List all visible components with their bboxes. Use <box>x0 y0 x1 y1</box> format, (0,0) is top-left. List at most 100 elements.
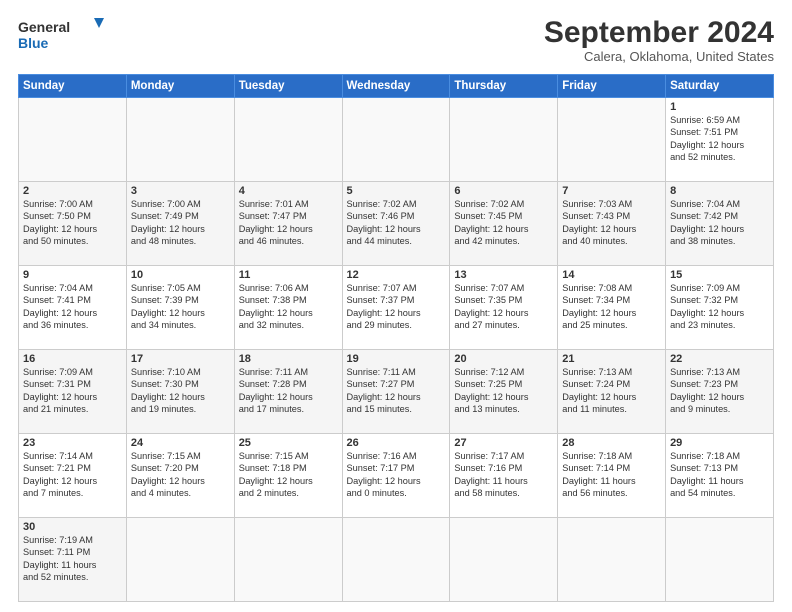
table-cell: 24 Sunrise: 7:15 AMSunset: 7:20 PMDaylig… <box>126 434 234 518</box>
day-number: 5 <box>347 185 446 197</box>
header: General Blue September 2024 Calera, Okla… <box>18 16 774 64</box>
day-number: 13 <box>454 269 553 281</box>
col-sunday: Sunday <box>19 75 127 98</box>
table-cell <box>558 518 666 602</box>
cell-text: Sunrise: 7:16 AMSunset: 7:17 PMDaylight:… <box>347 451 421 498</box>
day-number: 24 <box>131 437 230 449</box>
table-cell: 12 Sunrise: 7:07 AMSunset: 7:37 PMDaylig… <box>342 266 450 350</box>
day-number: 1 <box>670 101 769 113</box>
cell-text: Sunrise: 7:17 AMSunset: 7:16 PMDaylight:… <box>454 451 527 498</box>
day-number: 22 <box>670 353 769 365</box>
table-cell <box>450 518 558 602</box>
cell-text: Sunrise: 7:13 AMSunset: 7:23 PMDaylight:… <box>670 367 744 414</box>
cell-text: Sunrise: 7:08 AMSunset: 7:34 PMDaylight:… <box>562 283 636 330</box>
title-block: September 2024 Calera, Oklahoma, United … <box>544 16 774 64</box>
day-number: 23 <box>23 437 122 449</box>
cell-text: Sunrise: 7:09 AMSunset: 7:32 PMDaylight:… <box>670 283 744 330</box>
day-number: 28 <box>562 437 661 449</box>
cell-text: Sunrise: 7:07 AMSunset: 7:37 PMDaylight:… <box>347 283 421 330</box>
day-number: 20 <box>454 353 553 365</box>
day-number: 16 <box>23 353 122 365</box>
cell-text: Sunrise: 7:00 AMSunset: 7:49 PMDaylight:… <box>131 199 205 246</box>
cell-text: Sunrise: 7:13 AMSunset: 7:24 PMDaylight:… <box>562 367 636 414</box>
table-cell <box>126 518 234 602</box>
day-number: 2 <box>23 185 122 197</box>
table-cell: 20 Sunrise: 7:12 AMSunset: 7:25 PMDaylig… <box>450 350 558 434</box>
table-cell <box>19 98 127 182</box>
week-row-1: 1 Sunrise: 6:59 AMSunset: 7:51 PMDayligh… <box>19 98 774 182</box>
table-cell: 29 Sunrise: 7:18 AMSunset: 7:13 PMDaylig… <box>666 434 774 518</box>
table-cell: 11 Sunrise: 7:06 AMSunset: 7:38 PMDaylig… <box>234 266 342 350</box>
col-saturday: Saturday <box>666 75 774 98</box>
svg-text:Blue: Blue <box>18 35 49 51</box>
day-number: 9 <box>23 269 122 281</box>
day-number: 26 <box>347 437 446 449</box>
day-number: 18 <box>239 353 338 365</box>
table-cell: 27 Sunrise: 7:17 AMSunset: 7:16 PMDaylig… <box>450 434 558 518</box>
table-cell: 13 Sunrise: 7:07 AMSunset: 7:35 PMDaylig… <box>450 266 558 350</box>
subtitle: Calera, Oklahoma, United States <box>544 49 774 64</box>
day-number: 7 <box>562 185 661 197</box>
page: General Blue September 2024 Calera, Okla… <box>0 0 792 612</box>
cell-text: Sunrise: 7:09 AMSunset: 7:31 PMDaylight:… <box>23 367 97 414</box>
table-cell: 19 Sunrise: 7:11 AMSunset: 7:27 PMDaylig… <box>342 350 450 434</box>
table-cell: 26 Sunrise: 7:16 AMSunset: 7:17 PMDaylig… <box>342 434 450 518</box>
cell-text: Sunrise: 7:02 AMSunset: 7:45 PMDaylight:… <box>454 199 528 246</box>
table-cell: 7 Sunrise: 7:03 AMSunset: 7:43 PMDayligh… <box>558 182 666 266</box>
table-cell: 22 Sunrise: 7:13 AMSunset: 7:23 PMDaylig… <box>666 350 774 434</box>
table-cell: 28 Sunrise: 7:18 AMSunset: 7:14 PMDaylig… <box>558 434 666 518</box>
day-number: 21 <box>562 353 661 365</box>
cell-text: Sunrise: 7:03 AMSunset: 7:43 PMDaylight:… <box>562 199 636 246</box>
day-number: 11 <box>239 269 338 281</box>
svg-text:General: General <box>18 19 70 35</box>
cell-text: Sunrise: 7:11 AMSunset: 7:28 PMDaylight:… <box>239 367 313 414</box>
cell-text: Sunrise: 7:10 AMSunset: 7:30 PMDaylight:… <box>131 367 205 414</box>
col-thursday: Thursday <box>450 75 558 98</box>
day-number: 4 <box>239 185 338 197</box>
cell-text: Sunrise: 7:18 AMSunset: 7:13 PMDaylight:… <box>670 451 743 498</box>
col-monday: Monday <box>126 75 234 98</box>
day-number: 25 <box>239 437 338 449</box>
table-cell: 16 Sunrise: 7:09 AMSunset: 7:31 PMDaylig… <box>19 350 127 434</box>
day-number: 29 <box>670 437 769 449</box>
table-cell: 18 Sunrise: 7:11 AMSunset: 7:28 PMDaylig… <box>234 350 342 434</box>
cell-text: Sunrise: 7:01 AMSunset: 7:47 PMDaylight:… <box>239 199 313 246</box>
table-cell: 6 Sunrise: 7:02 AMSunset: 7:45 PMDayligh… <box>450 182 558 266</box>
table-cell <box>342 518 450 602</box>
col-wednesday: Wednesday <box>342 75 450 98</box>
header-row: Sunday Monday Tuesday Wednesday Thursday… <box>19 75 774 98</box>
cell-text: Sunrise: 7:19 AMSunset: 7:11 PMDaylight:… <box>23 535 96 582</box>
cell-text: Sunrise: 7:07 AMSunset: 7:35 PMDaylight:… <box>454 283 528 330</box>
table-cell: 1 Sunrise: 6:59 AMSunset: 7:51 PMDayligh… <box>666 98 774 182</box>
table-cell: 3 Sunrise: 7:00 AMSunset: 7:49 PMDayligh… <box>126 182 234 266</box>
cell-text: Sunrise: 7:04 AMSunset: 7:41 PMDaylight:… <box>23 283 97 330</box>
col-friday: Friday <box>558 75 666 98</box>
table-cell <box>450 98 558 182</box>
table-cell <box>234 518 342 602</box>
table-cell: 17 Sunrise: 7:10 AMSunset: 7:30 PMDaylig… <box>126 350 234 434</box>
cell-text: Sunrise: 7:05 AMSunset: 7:39 PMDaylight:… <box>131 283 205 330</box>
table-cell: 9 Sunrise: 7:04 AMSunset: 7:41 PMDayligh… <box>19 266 127 350</box>
table-cell <box>126 98 234 182</box>
table-cell: 23 Sunrise: 7:14 AMSunset: 7:21 PMDaylig… <box>19 434 127 518</box>
day-number: 17 <box>131 353 230 365</box>
day-number: 27 <box>454 437 553 449</box>
day-number: 30 <box>23 521 122 533</box>
table-cell: 30 Sunrise: 7:19 AMSunset: 7:11 PMDaylig… <box>19 518 127 602</box>
cell-text: Sunrise: 7:11 AMSunset: 7:27 PMDaylight:… <box>347 367 421 414</box>
table-cell: 2 Sunrise: 7:00 AMSunset: 7:50 PMDayligh… <box>19 182 127 266</box>
table-cell <box>234 98 342 182</box>
week-row-5: 23 Sunrise: 7:14 AMSunset: 7:21 PMDaylig… <box>19 434 774 518</box>
cell-text: Sunrise: 7:14 AMSunset: 7:21 PMDaylight:… <box>23 451 97 498</box>
day-number: 14 <box>562 269 661 281</box>
cell-text: Sunrise: 7:15 AMSunset: 7:20 PMDaylight:… <box>131 451 205 498</box>
col-tuesday: Tuesday <box>234 75 342 98</box>
cell-text: Sunrise: 7:02 AMSunset: 7:46 PMDaylight:… <box>347 199 421 246</box>
cell-text: Sunrise: 7:18 AMSunset: 7:14 PMDaylight:… <box>562 451 635 498</box>
day-number: 3 <box>131 185 230 197</box>
cell-text: Sunrise: 6:59 AMSunset: 7:51 PMDaylight:… <box>670 115 744 162</box>
day-number: 19 <box>347 353 446 365</box>
day-number: 10 <box>131 269 230 281</box>
cell-text: Sunrise: 7:12 AMSunset: 7:25 PMDaylight:… <box>454 367 528 414</box>
week-row-6: 30 Sunrise: 7:19 AMSunset: 7:11 PMDaylig… <box>19 518 774 602</box>
